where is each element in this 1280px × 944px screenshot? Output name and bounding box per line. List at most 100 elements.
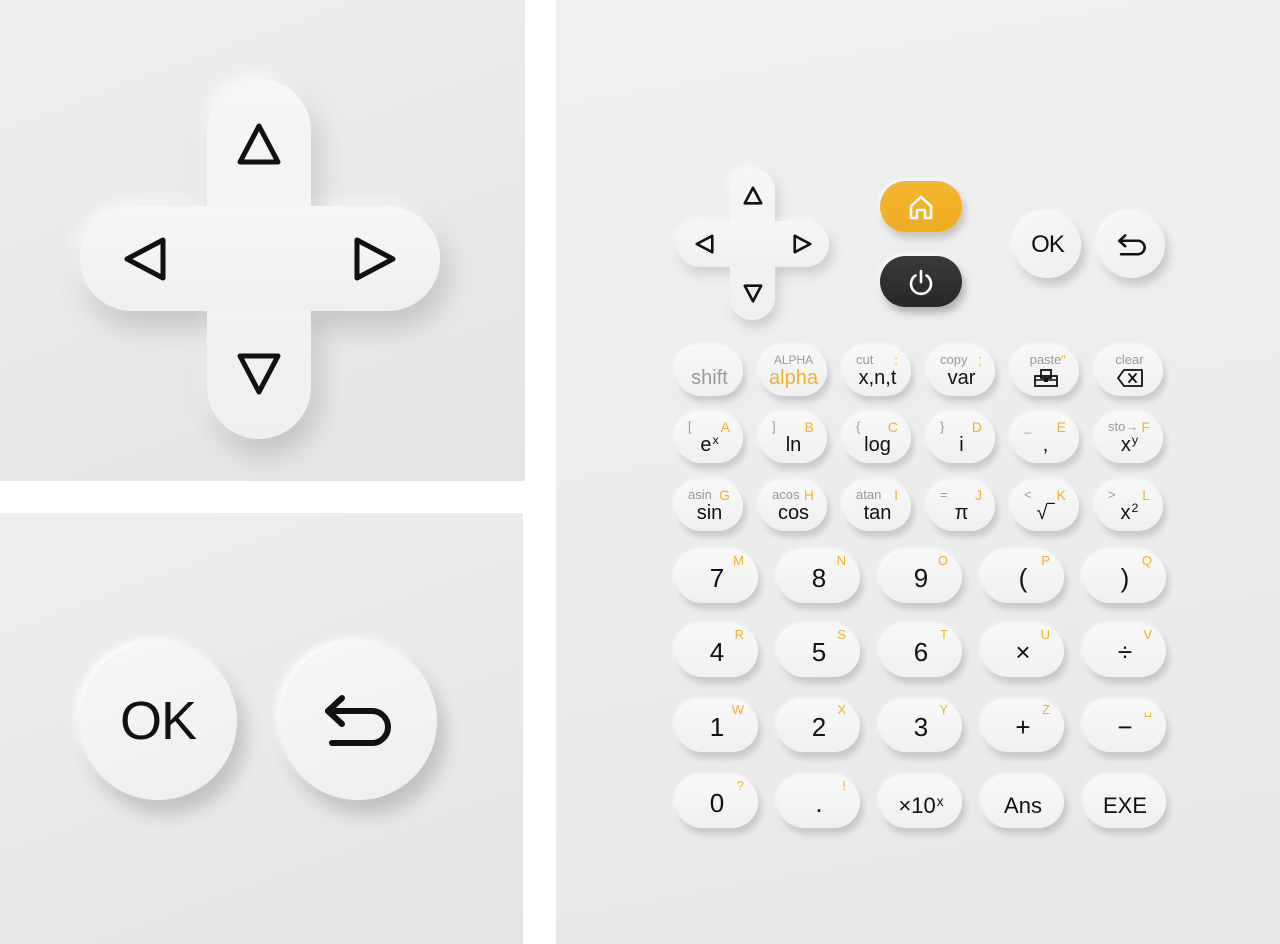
dpad-down-button[interactable] [207, 329, 311, 419]
key-main-label: 7 [676, 563, 758, 593]
key-main-text: tan [863, 502, 892, 524]
key-secondary-label: paste [1029, 352, 1062, 367]
key-main-label: i [928, 433, 995, 457]
key-var[interactable]: copy; var [928, 346, 995, 396]
key-8[interactable]: N8 [778, 551, 860, 603]
key-main-text: 9 [913, 563, 929, 593]
key-secondary-label: < [1024, 487, 1032, 502]
key-backspace[interactable]: clear [1096, 346, 1163, 396]
key-4[interactable]: R4 [676, 625, 758, 677]
dpad-up-button[interactable] [207, 99, 311, 189]
key-9[interactable]: O9 [880, 551, 962, 603]
key-main-label: × [982, 637, 1064, 667]
key-alpha-label: D [971, 419, 982, 435]
key-main-label: x,n,t [844, 366, 911, 390]
dpad-right-button[interactable] [779, 221, 825, 267]
back-button[interactable] [279, 642, 437, 800]
key-imaginary[interactable]: } Di [928, 413, 995, 463]
home-icon [909, 195, 933, 219]
dpad-closeup-panel [0, 0, 525, 481]
key-main-label: − [1084, 712, 1166, 742]
key-main-text: 2 [811, 712, 827, 742]
key-main-text: 3 [913, 712, 929, 742]
key-main-text: x [1120, 502, 1131, 524]
key-main-text: + [1015, 712, 1031, 742]
key-main-text: shift [691, 367, 728, 389]
key-exe[interactable]: EXE [1084, 776, 1166, 828]
key-main-text: 4 [709, 637, 725, 667]
key-main-text: x,n,t [858, 367, 897, 389]
toolbox-icon [1012, 368, 1079, 388]
power-button[interactable] [880, 256, 962, 307]
key-lparen[interactable]: P( [982, 551, 1064, 603]
key-secondary-label: ALPHA [773, 353, 814, 367]
ok-button[interactable]: OK [79, 642, 237, 800]
ok-button[interactable]: OK [1014, 212, 1081, 278]
key-main-label: 9 [880, 563, 962, 593]
key-main-text: 6 [913, 637, 929, 667]
key-7[interactable]: M7 [676, 551, 758, 603]
dpad-right-button[interactable] [320, 206, 430, 311]
key-ans[interactable]: Ans [982, 776, 1064, 828]
key-alpha[interactable]: ALPHA alpha [760, 346, 827, 396]
key-minus[interactable]: ␣ − [1084, 700, 1166, 752]
key-plus[interactable]: Z + [982, 700, 1064, 752]
key-main-label: log [844, 433, 911, 457]
home-button[interactable] [880, 181, 962, 232]
key-alpha-label: K [1056, 487, 1066, 503]
calculator-keyboard-panel: OK shift ALPHA alpha cut: x,n,t copy; var paste… [556, 0, 1280, 944]
dpad-left-button[interactable] [681, 221, 727, 267]
key-exp[interactable]: [Aex [676, 413, 743, 463]
key-ee[interactable]: ×10x [880, 776, 962, 828]
key-main-text: var [947, 367, 976, 389]
key-main-text: cos [777, 502, 810, 524]
key-main-label: x2 [1096, 501, 1163, 527]
ok-label: OK [119, 691, 197, 751]
key-main-text: − [1117, 712, 1133, 742]
key-6[interactable]: T6 [880, 625, 962, 677]
key-square[interactable]: > Lx2 [1096, 481, 1163, 531]
key-main-text: 0 [709, 788, 725, 818]
key-divide[interactable]: V ÷ [1084, 625, 1166, 677]
key-main-text: , [1042, 434, 1049, 456]
key-main-label: 0 [676, 788, 758, 818]
dpad-down-button[interactable] [730, 274, 775, 312]
key-2[interactable]: X2 [778, 700, 860, 752]
key-secondary-label: asin [688, 487, 712, 502]
key-pi[interactable]: = Jπ [928, 481, 995, 531]
key-comma[interactable]: _ E, [1012, 413, 1079, 463]
backspace-icon [1096, 368, 1163, 388]
key-toolbox[interactable]: paste " [1012, 346, 1079, 396]
key-0[interactable]: ? 0 [676, 776, 758, 828]
key-alpha-label: J [975, 487, 982, 503]
key-cos[interactable]: acos Hcos [760, 481, 827, 531]
key-3[interactable]: Y3 [880, 700, 962, 752]
key-1[interactable]: W1 [676, 700, 758, 752]
key-secondary-label: [ [688, 419, 692, 434]
key-5[interactable]: S5 [778, 625, 860, 677]
key-dot[interactable]: !. [778, 776, 860, 828]
key-log[interactable]: {Clog [844, 413, 911, 463]
key-rparen[interactable]: Q) [1084, 551, 1166, 603]
triangle-up-icon [743, 185, 762, 205]
back-button[interactable] [1098, 212, 1165, 278]
key-tan[interactable]: atan Itan [844, 481, 911, 531]
dpad-left-button[interactable] [90, 206, 200, 311]
key-shift[interactable]: shift [676, 346, 743, 396]
key-main-text: × [1015, 637, 1031, 667]
key-main-label: 3 [880, 712, 962, 742]
key-secondary-label: ] [772, 419, 776, 434]
key-main-label: xy [1096, 433, 1163, 459]
key-power[interactable]: sto→ Fxy [1096, 413, 1163, 463]
key-ln[interactable]: ] Bln [760, 413, 827, 463]
dpad-up-button[interactable] [730, 176, 775, 214]
key-main-text: ) [1120, 563, 1130, 593]
key-main-text: alpha [769, 367, 818, 389]
key-multiply[interactable]: U × [982, 625, 1064, 677]
triangle-left-icon [124, 237, 166, 280]
key-sqrt[interactable]: < K √‾ [1012, 481, 1079, 531]
key-xnt[interactable]: cut: x,n,t [844, 346, 911, 396]
key-alpha-label: G [719, 487, 730, 503]
key-main-label: var [928, 366, 995, 390]
key-sin[interactable]: asin Gsin [676, 481, 743, 531]
